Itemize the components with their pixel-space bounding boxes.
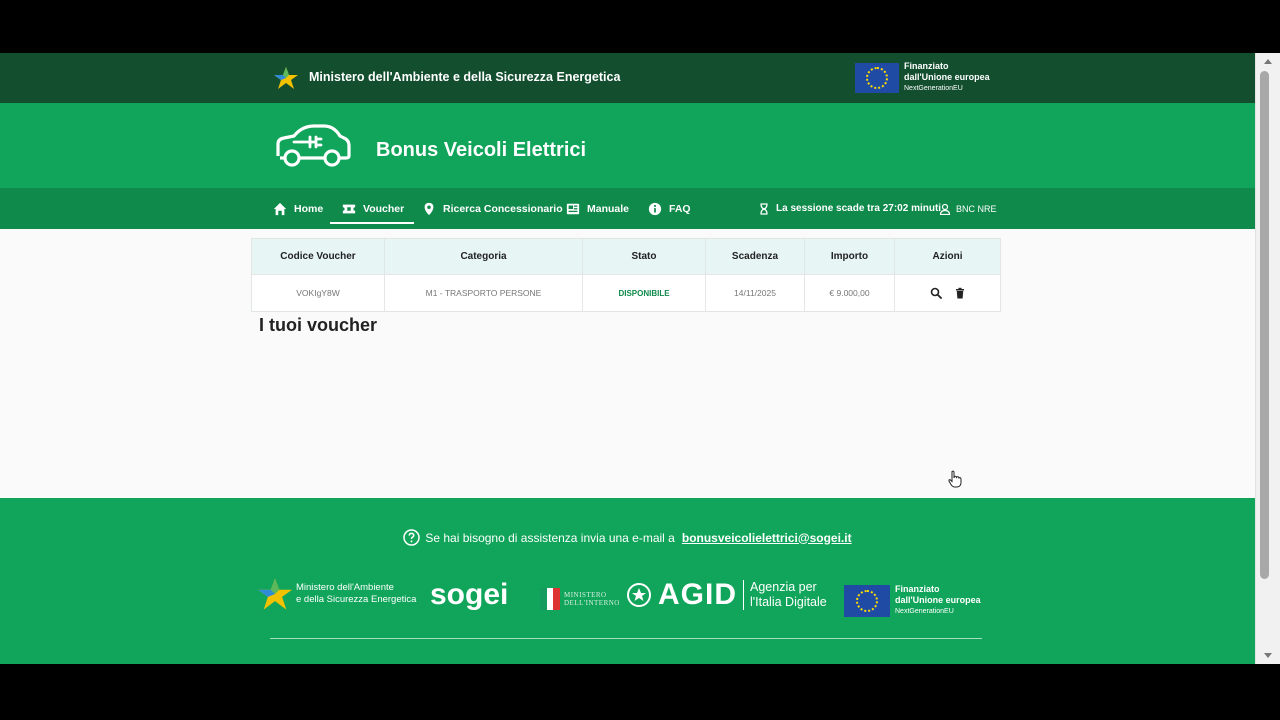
home-icon	[273, 202, 287, 215]
nav-label-ricerca: Ricerca Concessionario	[443, 202, 563, 215]
ministry-logo-line-1: Ministero dell'Ambiente	[296, 582, 394, 593]
table-header-row: Codice Voucher Categoria Stato Scadenza …	[251, 238, 1001, 275]
site-header: Bonus Veicoli Elettrici	[0, 103, 1255, 188]
eu-funding-label: Finanziato dall'Unione europea NextGener…	[895, 584, 981, 617]
ministry-star-icon	[258, 578, 292, 610]
hourglass-icon	[760, 202, 768, 215]
column-header-scadenza: Scadenza	[705, 238, 805, 275]
nav-label-faq: FAQ	[669, 202, 691, 215]
site-title[interactable]: Bonus Veicoli Elettrici	[376, 139, 586, 162]
nav-item-faq[interactable]: FAQ	[648, 188, 691, 229]
user-menu[interactable]: BNC NRE	[939, 188, 997, 229]
eu-flag-icon	[855, 63, 899, 93]
main-navigation: Home Voucher Ricerca Concessionario Manu…	[0, 188, 1255, 229]
assistance-email-link[interactable]: bonusveicolielettrici@sogei.it	[682, 531, 852, 545]
assistance-text: Se hai bisogno di assistenza invia una e…	[425, 530, 675, 545]
session-timer: La sessione scade tra 27:02 minuti	[758, 188, 941, 229]
ministry-name: Ministero dell'Ambiente e della Sicurezz…	[309, 70, 621, 84]
letterbox-bottom	[0, 664, 1280, 720]
agid-line-1: Agenzia per	[750, 580, 817, 594]
partner-logos: Ministero dell'Ambiente e della Sicurezz…	[0, 578, 1255, 622]
scroll-down-icon[interactable]	[1264, 653, 1272, 658]
nav-item-home[interactable]: Home	[273, 188, 323, 229]
voucher-category: M1 - TRASPORTO PERSONE	[384, 274, 583, 312]
section-title: I tuoi voucher	[259, 315, 378, 335]
eu-line-3: NextGenerationEU	[895, 608, 954, 615]
table-row: VOKIgY8W M1 - TRASPORTO PERSONE DISPONIB…	[251, 274, 1001, 312]
voucher-amount: € 9.000,00	[804, 274, 895, 312]
assistance-message: Se hai bisogno di assistenza invia una e…	[0, 529, 1255, 546]
electric-car-logo-icon[interactable]	[272, 122, 352, 168]
nav-item-voucher[interactable]: Voucher	[329, 188, 415, 229]
column-header-codice: Codice Voucher	[251, 238, 385, 275]
nav-label-voucher: Voucher	[363, 202, 405, 215]
vertical-scrollbar[interactable]	[1255, 53, 1280, 664]
voucher-expiry: 14/11/2025	[705, 274, 805, 312]
site-footer: Se hai bisogno di assistenza invia una e…	[0, 498, 1255, 664]
ticket-icon	[342, 204, 356, 213]
voucher-code: VOKIgY8W	[251, 274, 385, 312]
session-timer-label: La sessione scade tra 27:02 minuti	[776, 203, 942, 214]
nav-label-manuale: Manuale	[587, 202, 630, 215]
eu-line-3: NextGenerationEU	[904, 85, 963, 92]
sogei-logo[interactable]: sogei	[430, 578, 508, 612]
interno-line-1: MINISTERO	[564, 591, 607, 599]
agid-line-2: l'Italia Digitale	[750, 595, 827, 609]
ministry-logo[interactable]: Ministero dell'Ambiente e della Sicurezz…	[258, 578, 416, 610]
letterbox-top	[0, 0, 1280, 53]
eu-funding-label: Finanziato dall'Unione europea NextGener…	[904, 61, 990, 94]
interno-line-2: DELL'INTERNO	[564, 599, 620, 607]
italian-emblem-icon	[627, 583, 651, 607]
footer-divider	[270, 638, 982, 639]
ministry-logo-line-2: e della Sicurezza Energetica	[296, 594, 417, 605]
voucher-actions	[894, 274, 1001, 312]
agid-wordmark: AGID	[658, 578, 737, 611]
column-header-categoria: Categoria	[384, 238, 583, 275]
agid-logo[interactable]: AGID Agenzia per l'Italia Digitale	[626, 578, 827, 612]
scrollbar-thumb[interactable]	[1260, 71, 1269, 579]
eu-flag-icon	[844, 585, 890, 617]
column-header-azioni: Azioni	[894, 238, 1001, 275]
hand-cursor-icon	[948, 470, 962, 488]
eu-line-2: dall'Unione europea	[904, 72, 990, 82]
nav-item-manuale[interactable]: Manuale	[566, 188, 629, 229]
eu-line-2: dall'Unione europea	[895, 595, 981, 605]
voucher-table: Codice Voucher Categoria Stato Scadenza …	[251, 238, 1001, 312]
nav-label-home: Home	[294, 202, 324, 215]
eu-line-1: Finanziato	[904, 61, 949, 71]
italian-flag-icon	[540, 588, 561, 610]
agid-separator	[743, 580, 744, 610]
newspaper-icon	[566, 203, 580, 214]
user-icon	[939, 203, 951, 215]
nav-item-ricerca-concessionario[interactable]: Ricerca Concessionario	[422, 188, 563, 229]
user-name: BNC NRE	[956, 203, 997, 214]
browser-viewport[interactable]: Ministero dell'Ambiente e della Sicurezz…	[0, 53, 1255, 664]
column-header-stato: Stato	[582, 238, 706, 275]
trash-icon[interactable]	[954, 287, 966, 299]
column-header-importo: Importo	[804, 238, 895, 275]
help-circle-icon	[403, 529, 421, 546]
institutional-topbar: Ministero dell'Ambiente e della Sicurezz…	[0, 53, 1255, 103]
status-badge: DISPONIBILE	[582, 274, 706, 312]
info-icon	[648, 202, 662, 215]
eu-line-1: Finanziato	[895, 584, 940, 594]
ministry-star-icon	[274, 67, 298, 89]
map-pin-icon	[424, 202, 434, 215]
search-icon[interactable]	[930, 287, 942, 299]
ministero-interno-logo[interactable]: MINISTERO DELL'INTERNO	[540, 588, 620, 610]
scroll-up-icon[interactable]	[1264, 59, 1272, 64]
